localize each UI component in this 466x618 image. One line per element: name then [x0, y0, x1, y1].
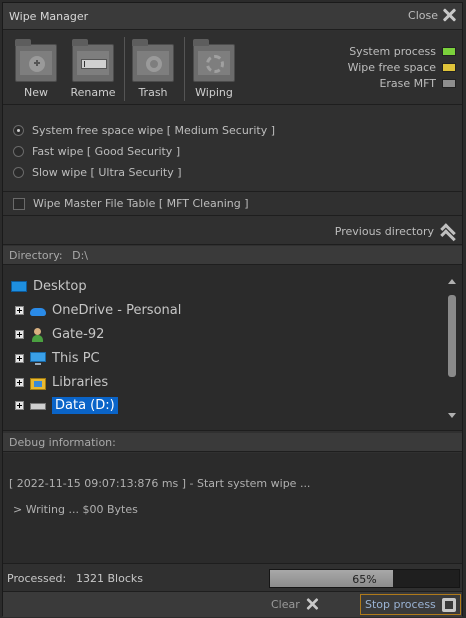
debug-line: > Writing ... $00 Bytes	[13, 503, 138, 516]
checkbox-icon	[13, 197, 25, 210]
tree-item-libraries[interactable]: Libraries	[15, 375, 108, 390]
tree-item-desktop[interactable]: Desktop	[11, 279, 87, 294]
directory-path: D:\	[72, 249, 88, 262]
rename-label: Rename	[70, 86, 116, 99]
radio-slow-wipe[interactable]: Slow wipe [ Ultra Security ]	[13, 166, 182, 179]
bottom-bar: Clear Stop process	[3, 592, 462, 617]
toolbar-separator	[184, 37, 185, 101]
clear-button[interactable]: Clear	[271, 597, 319, 611]
status-legend: System process Wipe free space Erase MFT	[348, 43, 456, 91]
processed-label: Processed:	[7, 572, 67, 585]
rename-button[interactable]: Rename	[66, 39, 120, 102]
legend-erase-mft: Erase MFT	[348, 75, 456, 91]
radio-system-free-space[interactable]: System free space wipe [ Medium Security…	[13, 124, 275, 137]
directory-label: Directory:	[9, 249, 63, 262]
wiping-label: Wiping	[195, 86, 233, 99]
tree-item-onedrive[interactable]: OneDrive - Personal	[15, 303, 181, 318]
radio-selected-icon	[13, 125, 24, 136]
expand-icon[interactable]	[15, 401, 24, 410]
gray-swatch-icon	[442, 78, 456, 88]
progress-bar: 65%	[269, 569, 460, 588]
radio-icon	[13, 167, 24, 178]
new-button[interactable]: New	[9, 39, 63, 102]
stop-icon	[442, 597, 456, 612]
scroll-up-icon[interactable]	[448, 279, 456, 284]
computer-icon	[30, 351, 46, 366]
close-label: Close	[408, 8, 438, 22]
selected-tree-label: Data (D:)	[52, 397, 118, 414]
progress-text: 65%	[352, 573, 377, 586]
window-title: Wipe Manager	[9, 10, 89, 23]
legend-wipe-free-space: Wipe free space	[348, 59, 456, 75]
green-swatch-icon	[442, 46, 456, 56]
expand-icon[interactable]	[15, 330, 24, 339]
processed-bar: Processed: 1321 Blocks 65%	[3, 566, 462, 592]
drive-icon	[30, 399, 46, 413]
expand-icon[interactable]	[15, 354, 24, 363]
debug-header: Debug information:	[3, 433, 462, 452]
debug-log: [ 2022-11-15 09:07:13:876 ms ] - Start s…	[3, 453, 462, 564]
toolbar-separator	[124, 37, 125, 101]
radio-icon	[13, 146, 24, 157]
wipe-options: System free space wipe [ Medium Security…	[3, 106, 462, 192]
previous-directory-button[interactable]: Previous directory	[335, 223, 456, 245]
scroll-down-icon[interactable]	[448, 413, 456, 418]
wipe-manager-window: Wipe Manager Close New Rename Trash Wipi…	[2, 2, 463, 617]
processed-value: 1321 Blocks	[76, 572, 143, 585]
close-button[interactable]: Close	[408, 8, 456, 22]
trash-button[interactable]: Trash	[126, 39, 180, 102]
double-chevron-up-icon	[440, 223, 456, 245]
radio-fast-wipe[interactable]: Fast wipe [ Good Security ]	[13, 145, 180, 158]
toolbar: New Rename Trash Wiping System process W…	[3, 31, 462, 105]
folder-tree: Desktop OneDrive - Personal Gate-92 This…	[3, 265, 462, 431]
wiping-folder-icon	[193, 39, 235, 82]
tree-item-this-pc[interactable]: This PC	[15, 351, 100, 366]
wiping-button[interactable]: Wiping	[187, 39, 241, 102]
libraries-icon	[30, 376, 46, 390]
mft-section: Wipe Master File Table [ MFT Cleaning ]	[3, 192, 462, 216]
user-icon	[30, 327, 46, 342]
tree-item-data-d[interactable]: Data (D:)	[15, 397, 118, 414]
stop-process-button[interactable]: Stop process	[360, 594, 461, 615]
yellow-swatch-icon	[442, 62, 456, 72]
trash-label: Trash	[138, 86, 168, 99]
expand-icon[interactable]	[15, 378, 24, 387]
tree-scrollbar[interactable]	[446, 279, 456, 419]
close-icon	[442, 8, 456, 22]
tree-item-gate-92[interactable]: Gate-92	[15, 327, 104, 342]
wipe-mft-checkbox[interactable]: Wipe Master File Table [ MFT Cleaning ]	[13, 197, 249, 210]
title-bar: Wipe Manager Close	[3, 3, 462, 30]
rename-folder-icon	[72, 39, 114, 82]
previous-directory-bar: Previous directory	[3, 217, 462, 245]
new-folder-icon	[15, 39, 57, 82]
clear-icon	[305, 598, 318, 611]
desktop-icon	[11, 280, 27, 294]
expand-icon[interactable]	[15, 306, 24, 315]
trash-folder-icon	[132, 39, 174, 82]
onedrive-icon	[30, 304, 46, 318]
new-label: New	[24, 86, 48, 99]
directory-bar: Directory: D:\	[3, 246, 462, 265]
scrollbar-thumb[interactable]	[448, 295, 456, 377]
legend-system-process: System process	[348, 43, 456, 59]
debug-line: [ 2022-11-15 09:07:13:876 ms ] - Start s…	[9, 477, 311, 490]
